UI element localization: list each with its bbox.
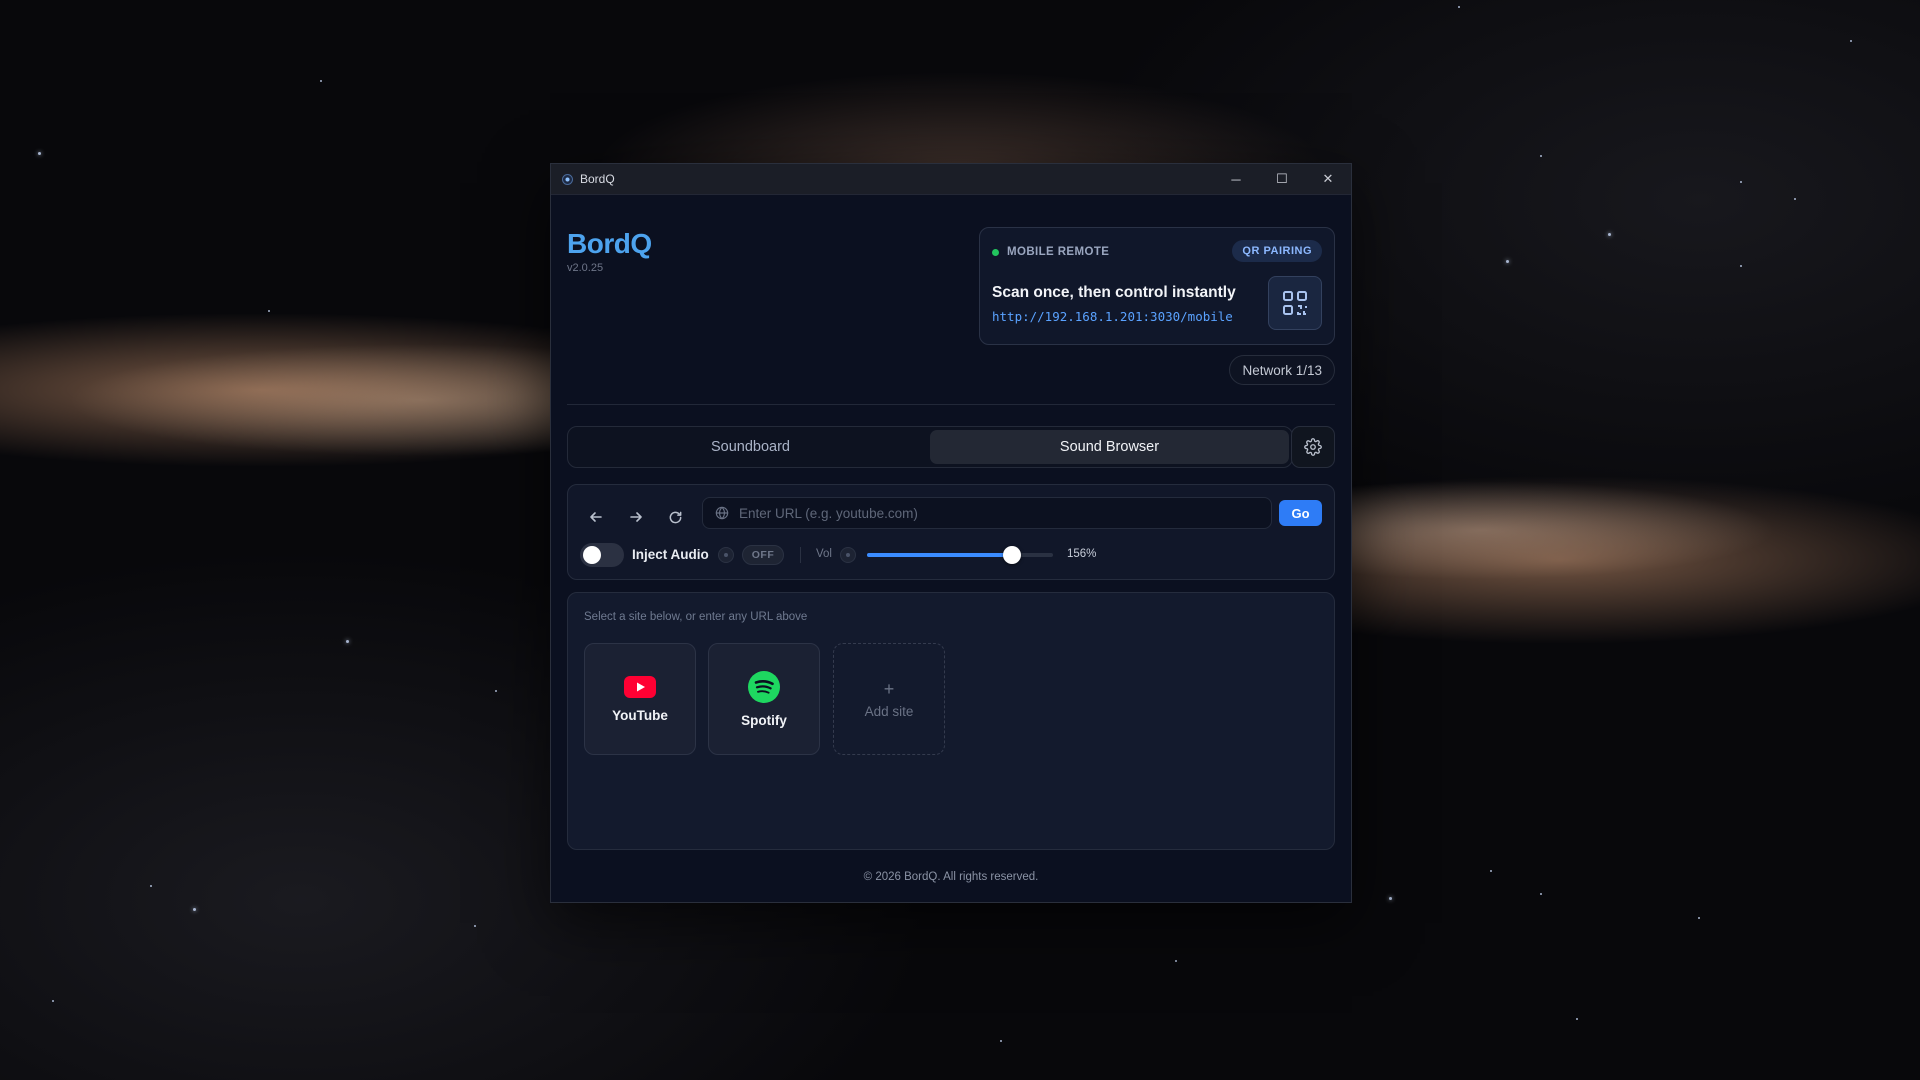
window-controls: ─ ☐ ✕ — [1213, 164, 1351, 194]
reload-icon — [669, 511, 681, 523]
qr-pairing-badge: QR PAIRING — [1232, 240, 1322, 262]
controls-separator — [800, 547, 801, 563]
inject-audio-label: Inject Audio — [632, 547, 709, 562]
remote-status-dot — [992, 248, 999, 256]
site-tile-youtube[interactable]: YouTube — [584, 643, 696, 755]
gear-icon — [1304, 438, 1322, 456]
main-content: BordQ v2.0.25 MOBILE REMOTE QR PAIRING S… — [567, 194, 1335, 902]
url-input[interactable] — [737, 504, 1261, 522]
qr-code-button[interactable] — [1268, 276, 1322, 330]
inject-audio-toggle[interactable] — [580, 543, 624, 567]
sites-hint: Select a site below, or enter any URL ab… — [584, 611, 808, 623]
toggle-knob — [583, 546, 601, 564]
network-selector[interactable]: Network 1/13 — [1229, 355, 1335, 385]
site-label: Spotify — [741, 712, 787, 728]
app-icon — [562, 173, 573, 185]
footer-copyright: © 2026 BordQ. All rights reserved. — [863, 871, 1039, 883]
mode-tabs: Soundboard Sound Browser — [567, 426, 1293, 468]
remote-url[interactable]: http://192.168.1.201:3030/mobile — [992, 309, 1233, 324]
title-bar[interactable]: BordQ ─ ☐ ✕ — [551, 164, 1351, 195]
site-label: YouTube — [612, 707, 668, 723]
volume-slider-thumb[interactable] — [1003, 546, 1022, 564]
spotify-icon — [748, 670, 780, 703]
volume-slider[interactable] — [867, 546, 1053, 564]
volume-label: Vol — [816, 548, 832, 560]
header-divider — [567, 404, 1335, 405]
remote-header: MOBILE REMOTE — [992, 246, 1109, 258]
globe-icon — [715, 506, 729, 520]
go-button[interactable]: Go — [1279, 500, 1322, 526]
forward-button[interactable] — [624, 505, 648, 529]
tab-sound-browser[interactable]: Sound Browser — [930, 430, 1289, 464]
brand-name: BordQ — [567, 228, 652, 259]
add-site-label: Add site — [864, 703, 914, 719]
settings-button[interactable] — [1291, 426, 1335, 468]
back-button[interactable] — [584, 505, 608, 529]
arrow-right-icon — [630, 512, 642, 522]
plus-icon: + — [883, 678, 895, 699]
volume-value: 156% — [1067, 548, 1097, 560]
browser-controls-panel: Go Inject Audio OFF Vol 156% — [567, 484, 1335, 580]
remote-headline: Scan once, then control instantly — [992, 284, 1236, 301]
app-window: BordQ ─ ☐ ✕ BordQ v2.0.25 MOBILE REMOTE … — [550, 163, 1352, 903]
sites-panel: Select a site below, or enter any URL ab… — [567, 592, 1335, 850]
brand-version: v2.0.25 — [567, 262, 604, 274]
qr-code-icon — [1283, 291, 1307, 315]
url-field — [702, 497, 1272, 529]
maximize-button[interactable]: ☐ — [1259, 164, 1305, 194]
window-title: BordQ — [580, 172, 615, 186]
reload-button[interactable] — [663, 505, 687, 529]
remote-label: MOBILE REMOTE — [1007, 246, 1110, 258]
mobile-remote-card: MOBILE REMOTE QR PAIRING Scan once, then… — [979, 227, 1335, 345]
site-tile-spotify[interactable]: Spotify — [708, 643, 820, 755]
volume-mute-dot[interactable] — [840, 547, 856, 563]
tab-soundboard[interactable]: Soundboard — [571, 430, 930, 464]
close-button[interactable]: ✕ — [1305, 164, 1351, 194]
add-site-button[interactable]: + Add site — [833, 643, 945, 755]
inject-status-off: OFF — [742, 545, 784, 565]
volume-slider-fill — [867, 553, 1013, 557]
youtube-icon — [624, 675, 656, 698]
minimize-button[interactable]: ─ — [1213, 164, 1259, 194]
inject-info-dot[interactable] — [718, 547, 734, 563]
arrow-left-icon — [590, 512, 602, 522]
brand: BordQ v2.0.25 — [567, 228, 652, 274]
